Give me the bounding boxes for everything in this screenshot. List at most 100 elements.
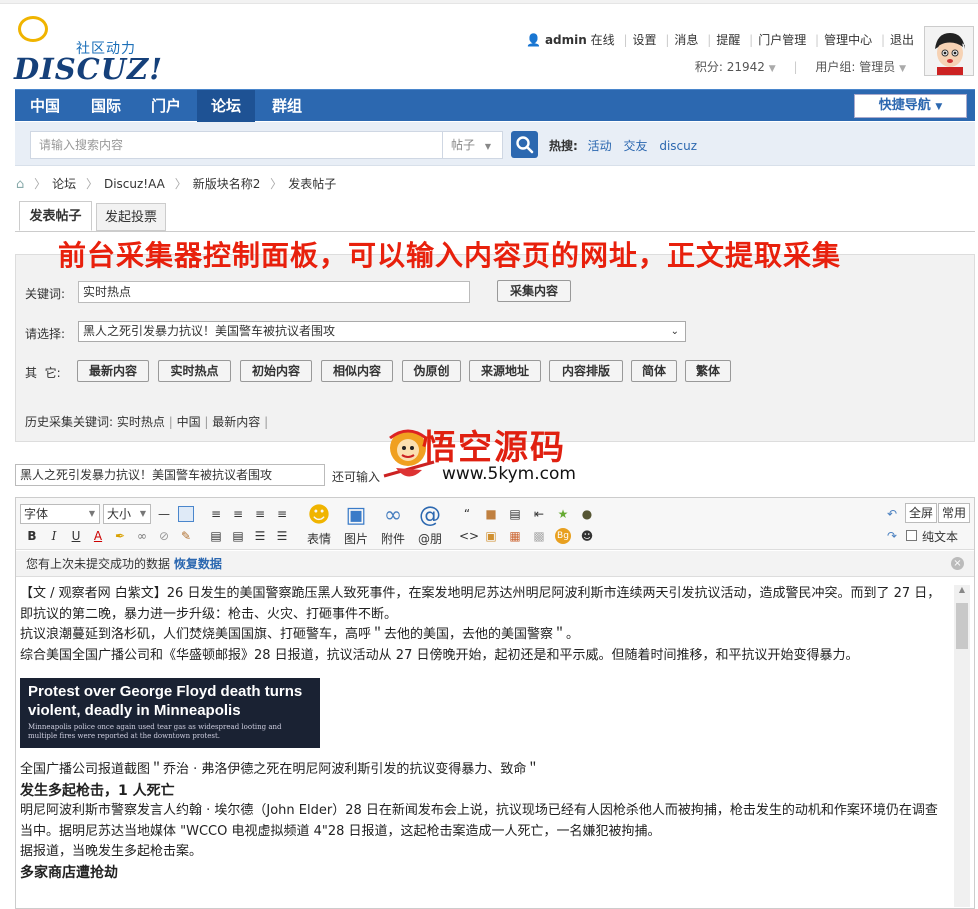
- nav-item-portal[interactable]: 门户: [137, 90, 195, 122]
- history-item[interactable]: 最新内容: [212, 415, 260, 429]
- media-icon[interactable]: ●: [579, 506, 595, 522]
- discuz-logo[interactable]: 社区动力 DISCUZ!: [14, 16, 162, 86]
- nav-item-international[interactable]: 国际: [77, 90, 135, 122]
- online-status: 在线: [590, 33, 615, 47]
- nav-item-forum[interactable]: 论坛: [197, 90, 255, 122]
- username-link[interactable]: admin: [545, 33, 587, 47]
- unordered-list-icon[interactable]: ☰: [274, 528, 290, 544]
- clear-format-icon[interactable]: ✎: [178, 528, 194, 544]
- font-size-select[interactable]: 大小 ▼: [103, 504, 151, 524]
- pseudo-original-button[interactable]: 伪原创: [402, 360, 461, 382]
- breadcrumb-discuz-aa[interactable]: Discuz!AA: [104, 177, 165, 191]
- logout-link[interactable]: 退出: [890, 33, 914, 47]
- title-input[interactable]: 黑人之死引发暴力抗议！美国警车被抗议者围攻: [15, 464, 325, 486]
- messages-link[interactable]: 消息: [674, 33, 698, 47]
- search-replace-icon[interactable]: ★: [555, 506, 571, 522]
- tab-new-poll[interactable]: 发起投票: [96, 203, 166, 231]
- remaining-chars-tip: 还可输入: [332, 470, 381, 484]
- quote-icon[interactable]: “: [459, 506, 475, 522]
- reminders-link[interactable]: 提醒: [716, 33, 740, 47]
- underline-icon[interactable]: U: [68, 528, 84, 544]
- bold-icon[interactable]: B: [24, 528, 40, 544]
- unlink-icon[interactable]: ⊘: [156, 528, 172, 544]
- undo-icon[interactable]: ↶: [884, 506, 900, 522]
- hot-link-discuz[interactable]: discuz: [659, 139, 697, 153]
- page-break-icon[interactable]: ⇤: [531, 506, 547, 522]
- hidden-content-icon[interactable]: ■: [483, 506, 499, 522]
- search-input[interactable]: 请输入搜索内容: [30, 131, 443, 159]
- breadcrumb-forum[interactable]: 论坛: [52, 177, 76, 191]
- font-color-icon[interactable]: A: [90, 528, 106, 544]
- editor-content[interactable]: 【文 / 观察者网 白紫文】26 日发生的美国警察跪压黑人致死事件，在案发地明尼…: [20, 584, 950, 883]
- traditional-button[interactable]: 繁体: [685, 360, 731, 382]
- history-item[interactable]: 实时热点: [117, 415, 165, 429]
- align-right-icon[interactable]: ≡: [252, 506, 268, 522]
- hot-link-dating[interactable]: 交友: [623, 139, 647, 153]
- hot-link-activity[interactable]: 活动: [588, 139, 612, 153]
- nav-item-china[interactable]: 中国: [15, 90, 75, 122]
- ordered-list-icon[interactable]: ☰: [252, 528, 268, 544]
- fullscreen-button[interactable]: 全屏: [905, 503, 937, 523]
- search-type-select[interactable]: 帖子 ▼: [443, 131, 503, 159]
- paperclip-icon: ∞: [383, 503, 403, 528]
- align-justify-icon[interactable]: ≡: [274, 506, 290, 522]
- breadcrumb-board[interactable]: 新版块名称2: [193, 177, 261, 191]
- table-icon[interactable]: [178, 506, 194, 522]
- link-icon[interactable]: ∞: [134, 528, 150, 544]
- align-left-icon[interactable]: ≡: [208, 506, 224, 522]
- home-icon[interactable]: ⌂: [16, 177, 24, 192]
- align-center-icon[interactable]: ≡: [230, 506, 246, 522]
- float-right-icon[interactable]: ▤: [230, 528, 246, 544]
- lock-icon[interactable]: ▣: [483, 528, 499, 544]
- background-color-icon[interactable]: ✒: [112, 528, 128, 544]
- search-icon: [516, 136, 534, 154]
- source-url-button[interactable]: 来源地址: [469, 360, 541, 382]
- source-code-icon[interactable]: <>: [459, 528, 479, 544]
- float-left-icon[interactable]: ▤: [208, 528, 224, 544]
- hot-search-label: 热搜:: [549, 139, 578, 153]
- quick-nav-button[interactable]: 快捷导航 ▼: [854, 94, 967, 118]
- points-dropdown[interactable]: 积分: 21942 ▼: [695, 60, 776, 74]
- keyword-label: 关键词:: [25, 287, 66, 301]
- mention-button[interactable]: @ @朋: [415, 502, 445, 547]
- simplified-button[interactable]: 简体: [631, 360, 677, 382]
- italic-icon[interactable]: I: [46, 528, 62, 544]
- common-mode-button[interactable]: 常用: [938, 503, 970, 523]
- admin-center-link[interactable]: 管理中心: [824, 33, 872, 47]
- collect-content-button[interactable]: 采集内容: [497, 280, 571, 302]
- initial-content-button[interactable]: 初始内容: [240, 360, 312, 382]
- bg-color-icon[interactable]: Bg: [555, 528, 571, 544]
- attachment-button[interactable]: ∞ 附件: [378, 502, 408, 547]
- portal-admin-link[interactable]: 门户管理: [758, 33, 806, 47]
- top-strip: [0, 0, 978, 4]
- avatar[interactable]: [924, 26, 974, 76]
- realtime-hot-button[interactable]: 实时热点: [158, 360, 231, 382]
- close-icon[interactable]: ×: [951, 557, 964, 570]
- editor-scrollbar[interactable]: ▲: [954, 585, 970, 907]
- code-block-icon[interactable]: ▤: [507, 506, 523, 522]
- restore-data-link[interactable]: 恢复数据: [174, 557, 222, 571]
- tab-new-post[interactable]: 发表帖子: [19, 201, 92, 231]
- usergroup-dropdown[interactable]: 用户组: 管理员 ▼: [815, 60, 906, 74]
- insert-box-icon[interactable]: ▦: [507, 528, 523, 544]
- redo-icon[interactable]: ↷: [884, 528, 900, 544]
- similar-content-button[interactable]: 相似内容: [321, 360, 393, 382]
- image-button[interactable]: ▣ 图片: [341, 502, 371, 547]
- article-select[interactable]: 黑人之死引发暴力抗议！美国警车被抗议者围攻 ⌄: [78, 321, 686, 342]
- settings-link[interactable]: 设置: [633, 33, 657, 47]
- latest-content-button[interactable]: 最新内容: [77, 360, 149, 382]
- search-button[interactable]: [511, 131, 538, 158]
- news-screenshot-image: Protest over George Floyd death turns vi…: [20, 678, 320, 748]
- template-icon[interactable]: ▩: [531, 528, 547, 544]
- plaintext-checkbox[interactable]: [906, 530, 917, 541]
- select-label: 请选择:: [25, 327, 66, 341]
- scrollbar-thumb[interactable]: [956, 603, 968, 649]
- nav-item-groups[interactable]: 群组: [257, 90, 317, 122]
- content-layout-button[interactable]: 内容排版: [549, 360, 623, 382]
- qq-icon[interactable]: ☻: [579, 528, 595, 544]
- emoji-button[interactable]: ☻ 表情: [304, 502, 334, 547]
- font-family-select[interactable]: 字体 ▼: [20, 504, 100, 524]
- history-item[interactable]: 中国: [177, 415, 201, 429]
- horizontal-rule-icon[interactable]: —: [156, 506, 172, 522]
- keyword-input[interactable]: 实时热点: [78, 281, 470, 303]
